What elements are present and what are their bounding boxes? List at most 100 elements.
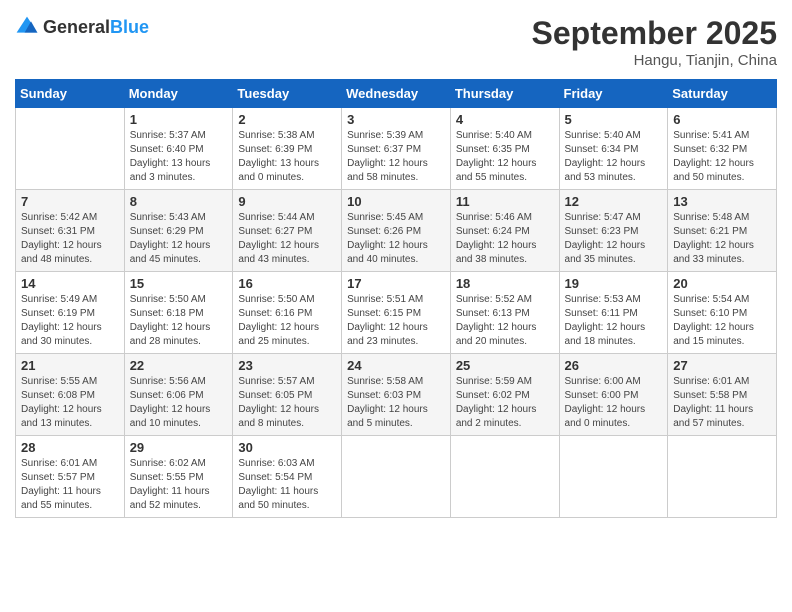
sunrise-label: Sunrise: 5:37 AM (130, 130, 206, 141)
day-number: 30 (238, 440, 336, 455)
sunset-label: Sunset: 6:29 PM (130, 226, 204, 237)
month-title: September 2025 (532, 15, 777, 52)
day-number: 12 (565, 194, 663, 209)
sunrise-label: Sunrise: 5:50 AM (130, 294, 206, 305)
day-number: 4 (456, 112, 554, 127)
calendar-cell: 17 Sunrise: 5:51 AM Sunset: 6:15 PM Dayl… (342, 272, 451, 354)
sunset-label: Sunset: 6:35 PM (456, 144, 530, 155)
logo: GeneralBlue (15, 15, 149, 39)
sunset-label: Sunset: 6:11 PM (565, 308, 638, 319)
sunrise-label: Sunrise: 5:45 AM (347, 212, 423, 223)
day-info: Sunrise: 5:58 AM Sunset: 6:03 PM Dayligh… (347, 375, 445, 431)
daylight-label: Daylight: 12 hours and 0 minutes. (565, 404, 646, 429)
sunset-label: Sunset: 6:21 PM (673, 226, 747, 237)
sunset-label: Sunset: 5:55 PM (130, 472, 204, 483)
sunset-label: Sunset: 6:26 PM (347, 226, 421, 237)
day-info: Sunrise: 5:59 AM Sunset: 6:02 PM Dayligh… (456, 375, 554, 431)
day-info: Sunrise: 5:55 AM Sunset: 6:08 PM Dayligh… (21, 375, 119, 431)
sunset-label: Sunset: 6:13 PM (456, 308, 530, 319)
day-number: 19 (565, 276, 663, 291)
calendar-cell: 13 Sunrise: 5:48 AM Sunset: 6:21 PM Dayl… (668, 190, 777, 272)
sunset-label: Sunset: 6:16 PM (238, 308, 312, 319)
day-info: Sunrise: 5:38 AM Sunset: 6:39 PM Dayligh… (238, 129, 336, 185)
sunrise-label: Sunrise: 6:00 AM (565, 376, 641, 387)
calendar-cell: 24 Sunrise: 5:58 AM Sunset: 6:03 PM Dayl… (342, 354, 451, 436)
daylight-label: Daylight: 12 hours and 50 minutes. (673, 158, 754, 183)
sunset-label: Sunset: 5:58 PM (673, 390, 747, 401)
day-info: Sunrise: 5:41 AM Sunset: 6:32 PM Dayligh… (673, 129, 771, 185)
daylight-label: Daylight: 12 hours and 13 minutes. (21, 404, 102, 429)
sunset-label: Sunset: 6:10 PM (673, 308, 747, 319)
daylight-label: Daylight: 11 hours and 52 minutes. (130, 486, 210, 511)
day-number: 27 (673, 358, 771, 373)
logo-blue-text: Blue (110, 17, 149, 37)
day-info: Sunrise: 5:54 AM Sunset: 6:10 PM Dayligh… (673, 293, 771, 349)
weekday-header: Monday (124, 80, 233, 108)
sunrise-label: Sunrise: 5:56 AM (130, 376, 206, 387)
day-info: Sunrise: 6:02 AM Sunset: 5:55 PM Dayligh… (130, 457, 228, 513)
daylight-label: Daylight: 12 hours and 38 minutes. (456, 240, 537, 265)
sunset-label: Sunset: 6:37 PM (347, 144, 421, 155)
day-info: Sunrise: 5:53 AM Sunset: 6:11 PM Dayligh… (565, 293, 663, 349)
day-number: 5 (565, 112, 663, 127)
daylight-label: Daylight: 12 hours and 20 minutes. (456, 322, 537, 347)
day-info: Sunrise: 5:56 AM Sunset: 6:06 PM Dayligh… (130, 375, 228, 431)
title-block: September 2025 Hangu, Tianjin, China (532, 15, 777, 69)
day-info: Sunrise: 6:01 AM Sunset: 5:57 PM Dayligh… (21, 457, 119, 513)
day-number: 16 (238, 276, 336, 291)
logo-icon (15, 15, 39, 39)
daylight-label: Daylight: 12 hours and 48 minutes. (21, 240, 102, 265)
sunset-label: Sunset: 6:34 PM (565, 144, 639, 155)
sunrise-label: Sunrise: 5:40 AM (456, 130, 532, 141)
weekday-header: Friday (559, 80, 668, 108)
day-number: 2 (238, 112, 336, 127)
sunset-label: Sunset: 6:23 PM (565, 226, 639, 237)
weekday-header: Thursday (450, 80, 559, 108)
calendar-cell: 18 Sunrise: 5:52 AM Sunset: 6:13 PM Dayl… (450, 272, 559, 354)
sunrise-label: Sunrise: 5:58 AM (347, 376, 423, 387)
sunrise-label: Sunrise: 5:41 AM (673, 130, 749, 141)
calendar-cell: 10 Sunrise: 5:45 AM Sunset: 6:26 PM Dayl… (342, 190, 451, 272)
day-number: 22 (130, 358, 228, 373)
calendar-cell: 25 Sunrise: 5:59 AM Sunset: 6:02 PM Dayl… (450, 354, 559, 436)
day-number: 14 (21, 276, 119, 291)
calendar-cell: 19 Sunrise: 5:53 AM Sunset: 6:11 PM Dayl… (559, 272, 668, 354)
daylight-label: Daylight: 12 hours and 15 minutes. (673, 322, 754, 347)
day-info: Sunrise: 6:00 AM Sunset: 6:00 PM Dayligh… (565, 375, 663, 431)
day-number: 26 (565, 358, 663, 373)
weekday-header: Wednesday (342, 80, 451, 108)
sunrise-label: Sunrise: 5:43 AM (130, 212, 206, 223)
logo-general-text: General (43, 17, 110, 37)
sunrise-label: Sunrise: 5:39 AM (347, 130, 423, 141)
weekday-header: Tuesday (233, 80, 342, 108)
calendar-cell: 15 Sunrise: 5:50 AM Sunset: 6:18 PM Dayl… (124, 272, 233, 354)
sunrise-label: Sunrise: 5:52 AM (456, 294, 532, 305)
sunset-label: Sunset: 6:39 PM (238, 144, 312, 155)
page-header: GeneralBlue September 2025 Hangu, Tianji… (15, 15, 777, 69)
calendar-cell: 21 Sunrise: 5:55 AM Sunset: 6:08 PM Dayl… (16, 354, 125, 436)
sunset-label: Sunset: 6:06 PM (130, 390, 204, 401)
daylight-label: Daylight: 12 hours and 2 minutes. (456, 404, 537, 429)
weekday-header: Saturday (668, 80, 777, 108)
day-number: 1 (130, 112, 228, 127)
day-number: 17 (347, 276, 445, 291)
day-info: Sunrise: 5:43 AM Sunset: 6:29 PM Dayligh… (130, 211, 228, 267)
calendar-week-row: 21 Sunrise: 5:55 AM Sunset: 6:08 PM Dayl… (16, 354, 777, 436)
daylight-label: Daylight: 12 hours and 53 minutes. (565, 158, 646, 183)
sunrise-label: Sunrise: 5:50 AM (238, 294, 314, 305)
day-info: Sunrise: 6:03 AM Sunset: 5:54 PM Dayligh… (238, 457, 336, 513)
daylight-label: Daylight: 12 hours and 8 minutes. (238, 404, 319, 429)
calendar-cell (668, 436, 777, 518)
calendar-week-row: 7 Sunrise: 5:42 AM Sunset: 6:31 PM Dayli… (16, 190, 777, 272)
sunset-label: Sunset: 6:00 PM (565, 390, 639, 401)
sunrise-label: Sunrise: 5:57 AM (238, 376, 314, 387)
day-number: 24 (347, 358, 445, 373)
sunrise-label: Sunrise: 5:53 AM (565, 294, 641, 305)
sunset-label: Sunset: 6:02 PM (456, 390, 530, 401)
daylight-label: Daylight: 11 hours and 50 minutes. (238, 486, 318, 511)
sunset-label: Sunset: 6:24 PM (456, 226, 530, 237)
day-info: Sunrise: 5:40 AM Sunset: 6:34 PM Dayligh… (565, 129, 663, 185)
daylight-label: Daylight: 12 hours and 40 minutes. (347, 240, 428, 265)
sunset-label: Sunset: 6:03 PM (347, 390, 421, 401)
daylight-label: Daylight: 12 hours and 58 minutes. (347, 158, 428, 183)
